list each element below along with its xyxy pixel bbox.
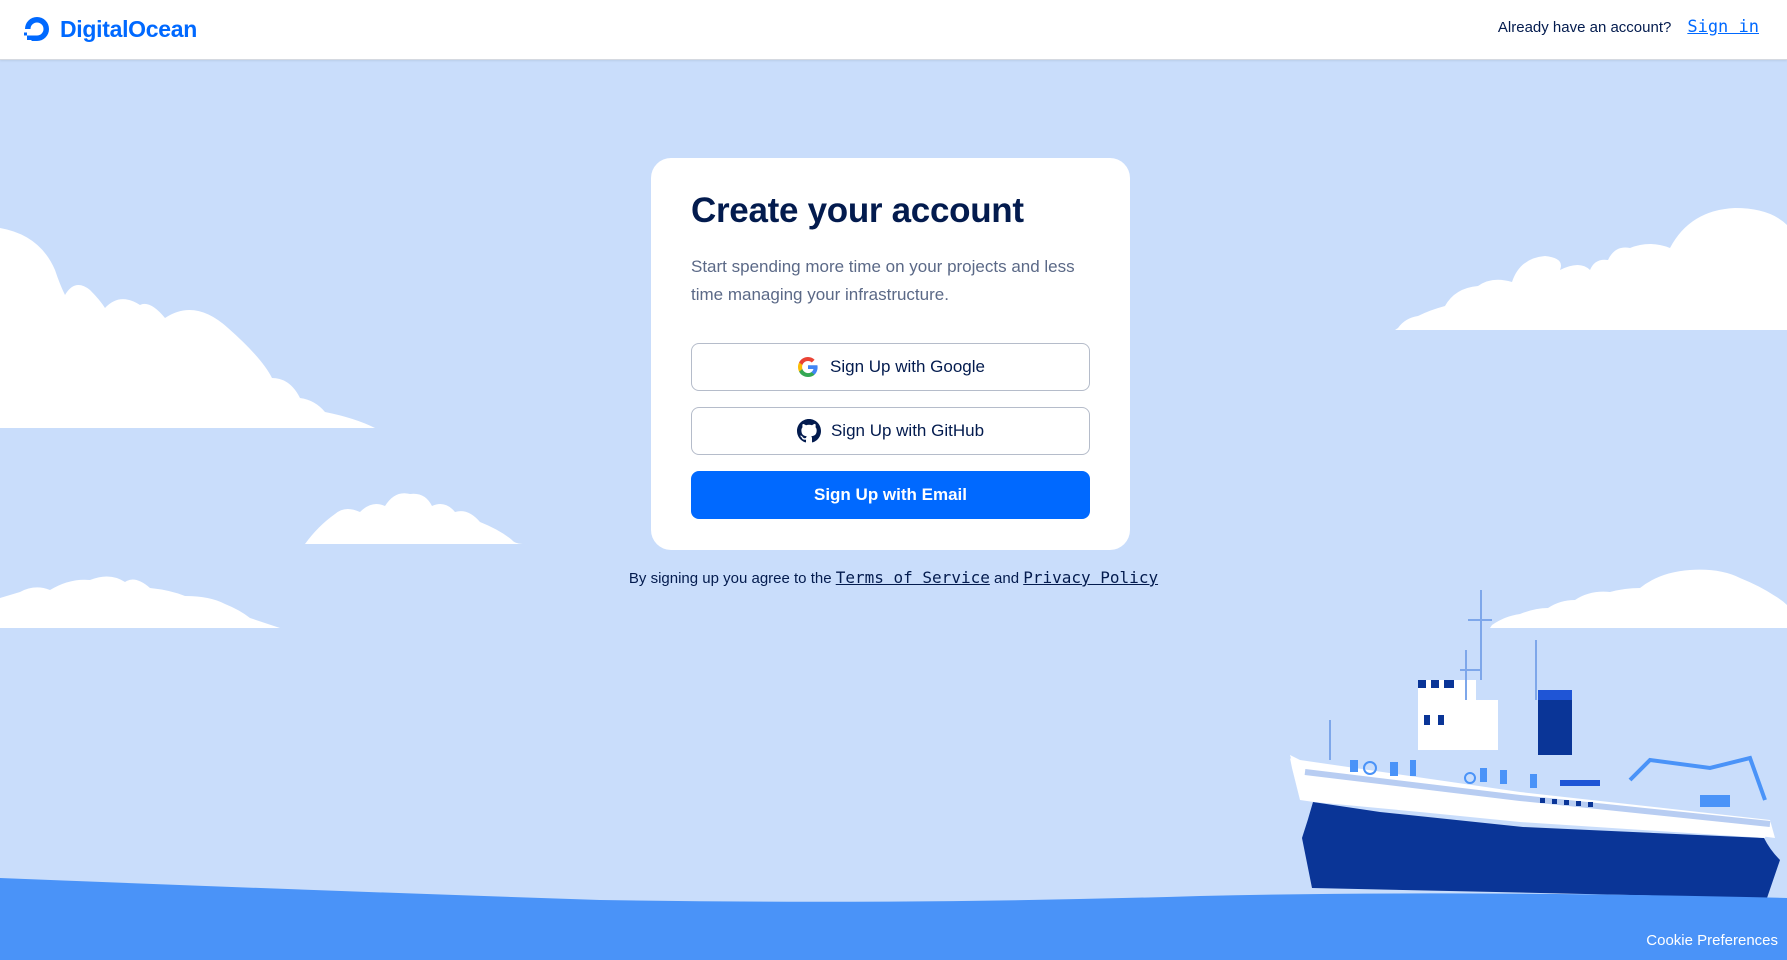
cloud-left-large (0, 228, 375, 428)
card-subtitle: Start spending more time on your project… (691, 256, 1075, 304)
cloud-left-small (305, 493, 525, 544)
digitalocean-logo-icon (24, 17, 49, 41)
sign-up-github-button[interactable]: Sign Up with GitHub (691, 406, 1090, 455)
sign-up-email-button[interactable]: Sign Up with Email (691, 470, 1090, 519)
sign-up-github-label: Sign Up with GitHub (830, 420, 985, 440)
digitalocean-logo[interactable]: DigitalOcean (22, 13, 197, 45)
header-account-area: Already have an account? Sign in (1498, 17, 1759, 37)
page-title: Create your account (691, 191, 1024, 230)
terms-prefix: By signing up you agree to the (628, 570, 832, 587)
top-navigation-bar: DigitalOcean Already have an account? Si… (0, 0, 1787, 60)
ship-illustration (1290, 590, 1780, 898)
privacy-policy-link[interactable]: Privacy Policy (1023, 568, 1158, 587)
sign-up-google-label: Sign Up with Google (830, 356, 985, 376)
sign-up-google-button[interactable]: Sign Up with Google (691, 342, 1090, 391)
google-icon (798, 356, 818, 377)
create-account-card: Create your account Start spending more … (651, 158, 1130, 550)
cookie-preferences-link[interactable]: Cookie Preferences (1646, 932, 1778, 949)
sign-in-link[interactable]: Sign in (1687, 17, 1759, 37)
terms-of-service-link[interactable]: Terms of Service (836, 568, 990, 587)
sign-up-email-label: Sign Up with Email (813, 484, 967, 504)
already-have-account-text: Already have an account? (1497, 18, 1672, 36)
terms-and: and (994, 570, 1020, 587)
cloud-right-top (1395, 208, 1787, 330)
brand-name: DigitalOcean (60, 15, 197, 42)
github-icon (796, 418, 821, 442)
terms-agreement: By signing up you agree to the Terms of … (0, 568, 1787, 587)
